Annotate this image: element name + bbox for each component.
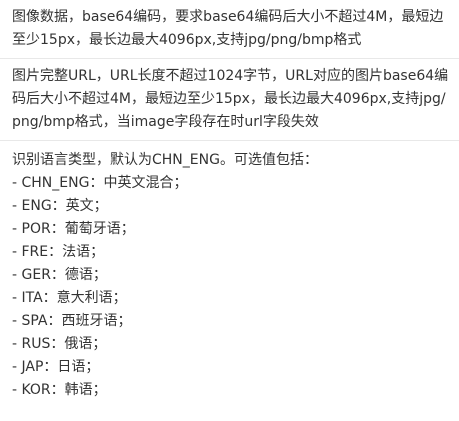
language-option-ita: - ITA：意大利语； [12, 290, 127, 306]
language-option-rus: - RUS：俄语； [12, 336, 107, 352]
url-param-text: 图片完整URL，URL长度不超过1024字节，URL对应的图片base64编码后… [12, 68, 449, 130]
language-option-ger: - GER：德语； [12, 267, 107, 283]
image-param-text: 图像数据，base64编码，要求base64编码后大小不超过4M，最短边至少15… [12, 9, 444, 48]
language-option-eng: - ENG：英文； [12, 198, 108, 214]
language-option-jap: - JAP：日语； [12, 359, 100, 375]
url-param-description: 图片完整URL，URL长度不超过1024字节，URL对应的图片base64编码后… [0, 59, 459, 141]
language-option-por: - POR：葡萄牙语； [12, 221, 135, 237]
language-option-fre: - FRE：法语； [12, 244, 105, 260]
language-type-description: 识别语言类型，默认为CHN_ENG。可选值包括： - CHN_ENG：中英文混合… [0, 141, 459, 408]
language-type-intro: 识别语言类型，默认为CHN_ENG。可选值包括： [12, 152, 318, 168]
language-option-spa: - SPA：西班牙语； [12, 313, 132, 329]
parameter-description-cells: 图像数据，base64编码，要求base64编码后大小不超过4M，最短边至少15… [0, 0, 459, 408]
language-option-kor: - KOR：韩语； [12, 382, 107, 398]
language-option-chn-eng: - CHN_ENG：中英文混合； [12, 175, 188, 191]
language-options-list: - CHN_ENG：中英文混合； - ENG：英文； - POR：葡萄牙语； -… [12, 172, 449, 402]
image-param-description: 图像数据，base64编码，要求base64编码后大小不超过4M，最短边至少15… [0, 0, 459, 59]
